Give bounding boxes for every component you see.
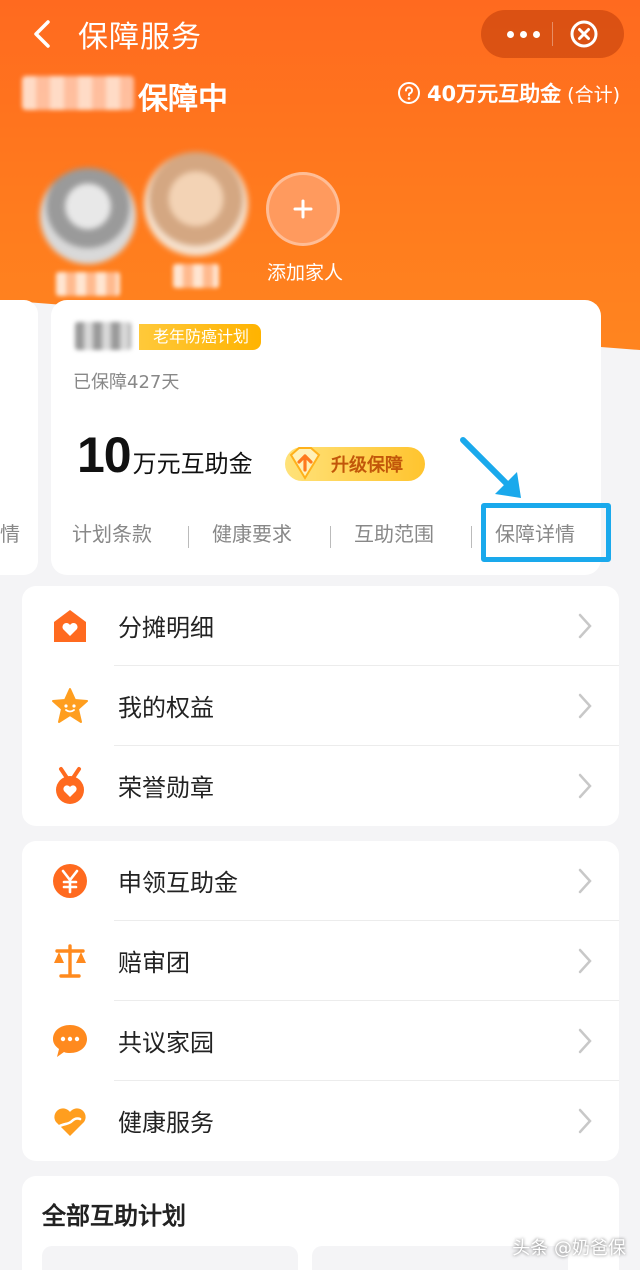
upgrade-label: 升级保障 xyxy=(331,455,403,476)
plan-link-health[interactable]: 健康要求 xyxy=(212,518,292,547)
menu-item-label: 申领互助金 xyxy=(118,869,238,897)
fund-total-amount: 40万元互助金 xyxy=(426,82,562,106)
menu-item-label: 分摊明细 xyxy=(118,614,214,642)
coverage-amount-unit: 万元互助金 xyxy=(132,450,253,478)
plan-tile[interactable] xyxy=(42,1246,298,1270)
menu-item-label: 荣誉勋章 xyxy=(118,774,214,802)
menu-item-cost-details[interactable]: 分摊明细 xyxy=(22,586,619,666)
menu-item-label: 共议家园 xyxy=(118,1029,214,1057)
fund-total-note: (合计) xyxy=(567,83,620,106)
menu-group-2: 申领互助金 赔审团 共议家园 健康服务 xyxy=(22,841,619,1161)
yuan-coin-icon xyxy=(53,864,87,898)
side-card-link: 情 xyxy=(0,522,20,546)
menu-item-label: 健康服务 xyxy=(118,1109,214,1137)
coverage-amount: 10 万元互助金 xyxy=(77,426,253,484)
menu-item-community[interactable]: 共议家园 xyxy=(22,1001,619,1081)
star-icon xyxy=(52,688,88,723)
section-title: 全部互助计划 xyxy=(42,1202,186,1230)
house-heart-icon xyxy=(54,610,86,642)
chevron-left-icon[interactable] xyxy=(24,14,64,54)
avatar xyxy=(144,152,248,256)
member-2[interactable] xyxy=(144,152,248,288)
plan-member-name-blurred xyxy=(75,322,131,350)
annotation-highlight-box xyxy=(481,503,611,562)
member-name-blurred xyxy=(56,272,120,296)
medal-heart-icon xyxy=(56,767,84,804)
menu-item-honor-medals[interactable]: 荣誉勋章 xyxy=(22,746,619,826)
chevron-right-icon xyxy=(578,693,592,719)
fund-total[interactable]: 40万元互助金 (合计) xyxy=(397,78,620,108)
add-member-button[interactable] xyxy=(266,172,340,246)
avatar xyxy=(40,168,136,264)
user-name-blurred xyxy=(22,76,134,110)
nav-bar: 保障服务 xyxy=(0,0,640,70)
menu-item-my-rights[interactable]: 我的权益 xyxy=(22,666,619,746)
coverage-days: 已保障427天 xyxy=(73,372,180,393)
divider xyxy=(330,526,331,548)
menu-item-health-services[interactable]: 健康服务 xyxy=(22,1081,619,1161)
chat-bubble-icon xyxy=(53,1025,87,1057)
chevron-right-icon xyxy=(578,868,592,894)
add-member-label: 添加家人 xyxy=(266,262,343,284)
question-circle-icon xyxy=(397,82,420,104)
divider xyxy=(188,526,189,548)
chevron-right-icon xyxy=(578,773,592,799)
menu-item-review-panel[interactable]: 赔审团 xyxy=(22,921,619,1001)
chevron-right-icon xyxy=(578,1028,592,1054)
previous-plan-card[interactable]: 情 xyxy=(0,300,38,575)
watermark: 头条 @奶爸保 xyxy=(512,1238,626,1259)
page-title: 保障服务 xyxy=(78,20,202,55)
member-1[interactable] xyxy=(40,168,136,296)
member-name-blurred xyxy=(173,264,219,288)
more-dots-icon[interactable] xyxy=(497,10,549,58)
chevron-right-icon xyxy=(578,948,592,974)
annotation-arrow-icon xyxy=(460,437,521,498)
chevron-right-icon xyxy=(578,613,592,639)
plan-tag: 老年防癌计划 xyxy=(139,324,262,350)
plan-link-scope[interactable]: 互助范围 xyxy=(354,518,434,547)
capsule-divider xyxy=(552,22,553,46)
hand-heart-icon xyxy=(54,1108,86,1136)
plan-link-terms[interactable]: 计划条款 xyxy=(72,518,152,547)
chevron-right-icon xyxy=(578,1108,592,1134)
plus-icon xyxy=(293,199,313,219)
menu-item-label: 我的权益 xyxy=(118,694,214,722)
upgrade-diamond-icon xyxy=(289,447,321,480)
status-label: 保障中 xyxy=(138,82,228,117)
mini-program-capsule xyxy=(481,10,624,58)
close-circle-icon[interactable] xyxy=(569,19,599,49)
coverage-amount-number: 10 xyxy=(77,427,132,483)
menu-group-1: 分摊明细 我的权益 荣誉勋章 xyxy=(22,586,619,826)
divider xyxy=(471,526,472,548)
menu-item-claim-fund[interactable]: 申领互助金 xyxy=(22,841,619,921)
upgrade-button[interactable]: 升级保障 xyxy=(285,447,425,481)
menu-item-label: 赔审团 xyxy=(118,949,190,977)
scale-icon xyxy=(54,944,86,978)
